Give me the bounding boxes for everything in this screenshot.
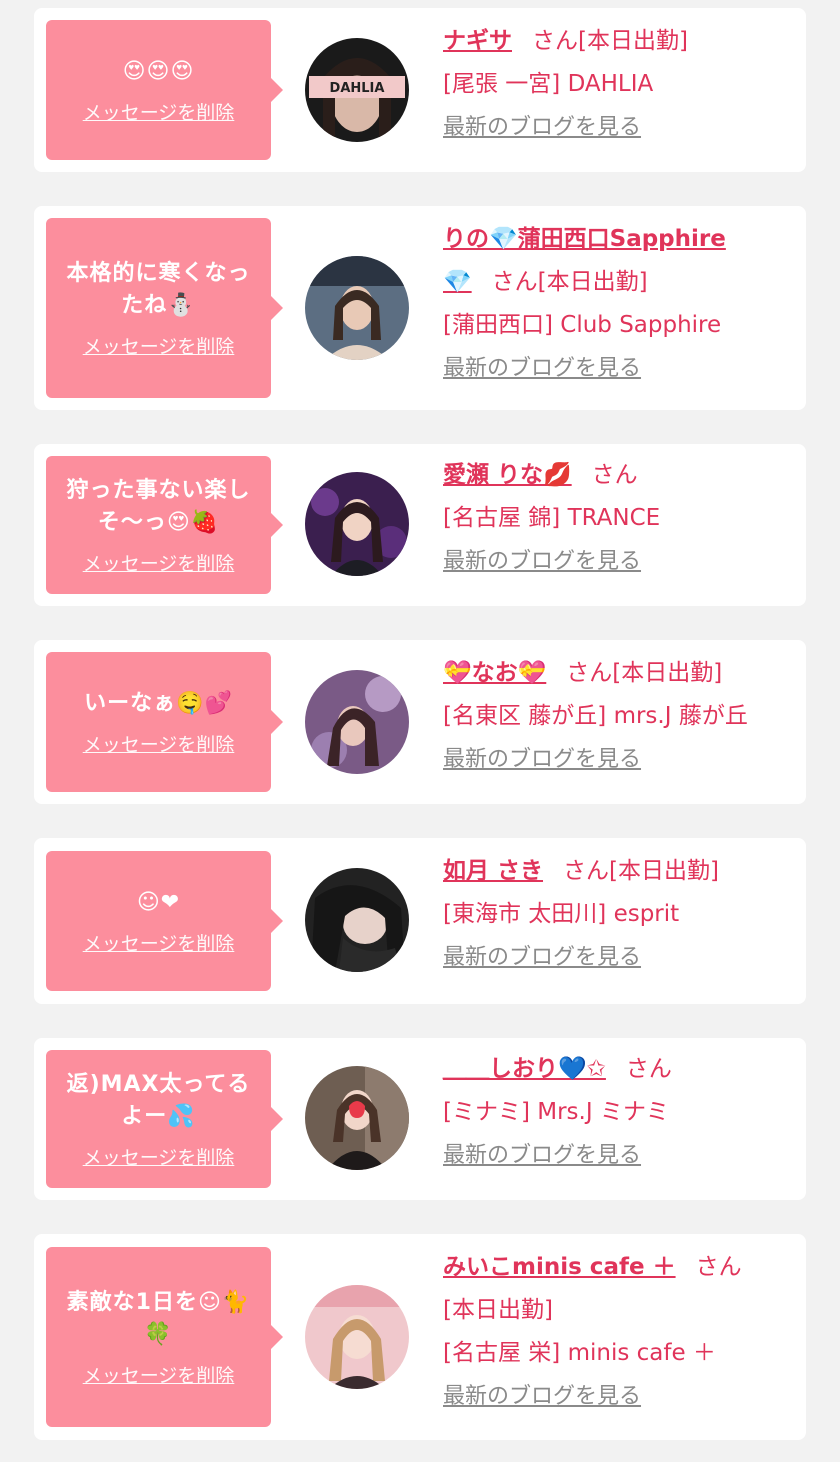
favorites-message-list: 😍😍😍 メッセージを削除 DAHLIA ナギサ さん[本日出勤] [尾張 一宮] … — [0, 0, 840, 1462]
delete-message-link[interactable]: メッセージを削除 — [83, 549, 235, 576]
status-badge: [本日出勤] — [609, 858, 719, 884]
delete-message-link[interactable]: メッセージを削除 — [83, 1143, 235, 1170]
status-badge: [本日出勤] — [578, 28, 688, 54]
list-item: 😍😍😍 メッセージを削除 DAHLIA ナギサ さん[本日出勤] [尾張 一宮] … — [34, 8, 806, 172]
list-item: 本格的に寒くなったね⛄ メッセージを削除 りの💎蒲田西口Sapphire 💎 さん… — [34, 206, 806, 410]
delete-message-link[interactable]: メッセージを削除 — [83, 98, 235, 125]
latest-blog-link[interactable]: 最新のブログを見る — [443, 115, 641, 140]
list-item: 返)MAX太ってるよー💦 メッセージを削除 ＿＿しおり💙✩ さん [ミナミ] Mr… — [34, 1038, 806, 1200]
list-item: 狩った事ない楽しそ〜っ😍🍓 メッセージを削除 愛瀬 りな💋 さん [名古屋 錦] … — [34, 444, 806, 606]
message-bubble: 狩った事ない楽しそ〜っ😍🍓 メッセージを削除 — [46, 456, 283, 594]
avatar[interactable] — [305, 670, 409, 774]
cast-name-link[interactable]: みいこminis cafe ＋ — [443, 1254, 676, 1280]
cast-name-link[interactable]: 💝なお💝 — [443, 660, 546, 686]
honorific: さん — [566, 660, 613, 686]
cast-name-link-cont[interactable]: 💎 — [443, 269, 472, 295]
cast-info: みいこminis cafe ＋ さん [本日出勤] [名古屋 栄] minis c… — [443, 1246, 796, 1418]
cast-name-link[interactable]: ナギサ — [443, 28, 512, 54]
list-item: 素敵な1日を☺🐈🍀 メッセージを削除 みいこminis cafe ＋ さん [本日… — [34, 1234, 806, 1440]
delete-message-link[interactable]: メッセージを削除 — [83, 332, 235, 359]
message-text: 素敵な1日を☺🐈🍀 — [66, 1289, 251, 1347]
cast-name-link[interactable]: りの💎蒲田西口Sapphire — [443, 226, 726, 252]
latest-blog-link[interactable]: 最新のブログを見る — [443, 945, 641, 970]
delete-message-link[interactable]: メッセージを削除 — [83, 730, 235, 757]
avatar[interactable] — [305, 256, 409, 360]
latest-blog-link[interactable]: 最新のブログを見る — [443, 1143, 641, 1168]
shop-info: [東海市 太田川] esprit — [443, 901, 680, 927]
latest-blog-link[interactable]: 最新のブログを見る — [443, 1384, 641, 1409]
honorific: さん — [563, 858, 610, 884]
message-bubble: 😍😍😍 メッセージを削除 — [46, 20, 283, 160]
honorific: さん — [491, 269, 538, 295]
message-bubble: 素敵な1日を☺🐈🍀 メッセージを削除 — [46, 1247, 283, 1427]
delete-message-link[interactable]: メッセージを削除 — [83, 1361, 235, 1388]
honorific: さん — [532, 28, 578, 54]
latest-blog-link[interactable]: 最新のブログを見る — [443, 747, 641, 772]
avatar[interactable]: DAHLIA — [305, 38, 409, 142]
message-bubble: ☺❤ メッセージを削除 — [46, 851, 283, 991]
cast-info: ＿＿しおり💙✩ さん [ミナミ] Mrs.J ミナミ 最新のブログを見る — [443, 1048, 796, 1177]
cast-info: 💝なお💝 さん[本日出勤] [名東区 藤が丘] mrs.J 藤が丘 最新のブログを… — [443, 652, 796, 781]
message-text: 😍😍😍 — [122, 58, 195, 84]
honorific: さん — [591, 462, 638, 488]
shop-info: [蒲田西口] Club Sapphire — [443, 312, 722, 338]
cast-name-link[interactable]: 愛瀬 りな💋 — [443, 462, 572, 488]
message-bubble: 返)MAX太ってるよー💦 メッセージを削除 — [46, 1050, 283, 1188]
shop-info: [名東区 藤が丘] mrs.J 藤が丘 — [443, 703, 748, 729]
message-bubble: いーなぁ🤤💕 メッセージを削除 — [46, 652, 283, 792]
shop-info: [名古屋 栄] minis cafe ＋ — [443, 1340, 716, 1366]
status-badge: [本日出勤] — [537, 269, 648, 295]
message-text: ☺❤ — [136, 889, 181, 915]
honorific: さん — [695, 1254, 742, 1280]
message-text: 狩った事ない楽しそ〜っ😍🍓 — [66, 477, 251, 535]
cast-info: りの💎蒲田西口Sapphire 💎 さん[本日出勤] [蒲田西口] Club Sa… — [443, 218, 796, 390]
avatar[interactable] — [305, 868, 409, 972]
delete-message-link[interactable]: メッセージを削除 — [83, 929, 235, 956]
message-text: 本格的に寒くなったね⛄ — [66, 260, 251, 318]
status-badge: [本日出勤] — [443, 1297, 553, 1323]
cast-info: 愛瀬 りな💋 さん [名古屋 錦] TRANCE 最新のブログを見る — [443, 454, 796, 583]
avatar[interactable] — [305, 472, 409, 576]
list-item: ☺❤ メッセージを削除 如月 さき さん[本日出勤] [東海市 太田川] espr… — [34, 838, 806, 1004]
honorific: さん — [625, 1056, 672, 1082]
shop-info: [名古屋 錦] TRANCE — [443, 505, 661, 531]
avatar[interactable] — [305, 1285, 409, 1389]
cast-info: ナギサ さん[本日出勤] [尾張 一宮] DAHLIA 最新のブログを見る — [443, 20, 796, 149]
message-text: いーなぁ🤤💕 — [84, 690, 233, 716]
avatar[interactable] — [305, 1066, 409, 1170]
cast-info: 如月 さき さん[本日出勤] [東海市 太田川] esprit 最新のブログを見る — [443, 850, 796, 979]
shop-info: [ミナミ] Mrs.J ミナミ — [443, 1099, 669, 1125]
cast-name-link[interactable]: 如月 さき — [443, 858, 543, 884]
latest-blog-link[interactable]: 最新のブログを見る — [443, 356, 641, 381]
cast-name-link[interactable]: ＿＿しおり💙✩ — [443, 1056, 606, 1082]
latest-blog-link[interactable]: 最新のブログを見る — [443, 549, 641, 574]
avatar-label: DAHLIA — [330, 81, 385, 96]
message-bubble: 本格的に寒くなったね⛄ メッセージを削除 — [46, 218, 283, 398]
list-item: いーなぁ🤤💕 メッセージを削除 💝なお💝 さん[本日出勤] [名東区 藤が丘] m… — [34, 640, 806, 804]
status-badge: [本日出勤] — [612, 660, 723, 686]
message-text: 返)MAX太ってるよー💦 — [66, 1071, 251, 1129]
shop-info: [尾張 一宮] DAHLIA — [443, 71, 654, 97]
